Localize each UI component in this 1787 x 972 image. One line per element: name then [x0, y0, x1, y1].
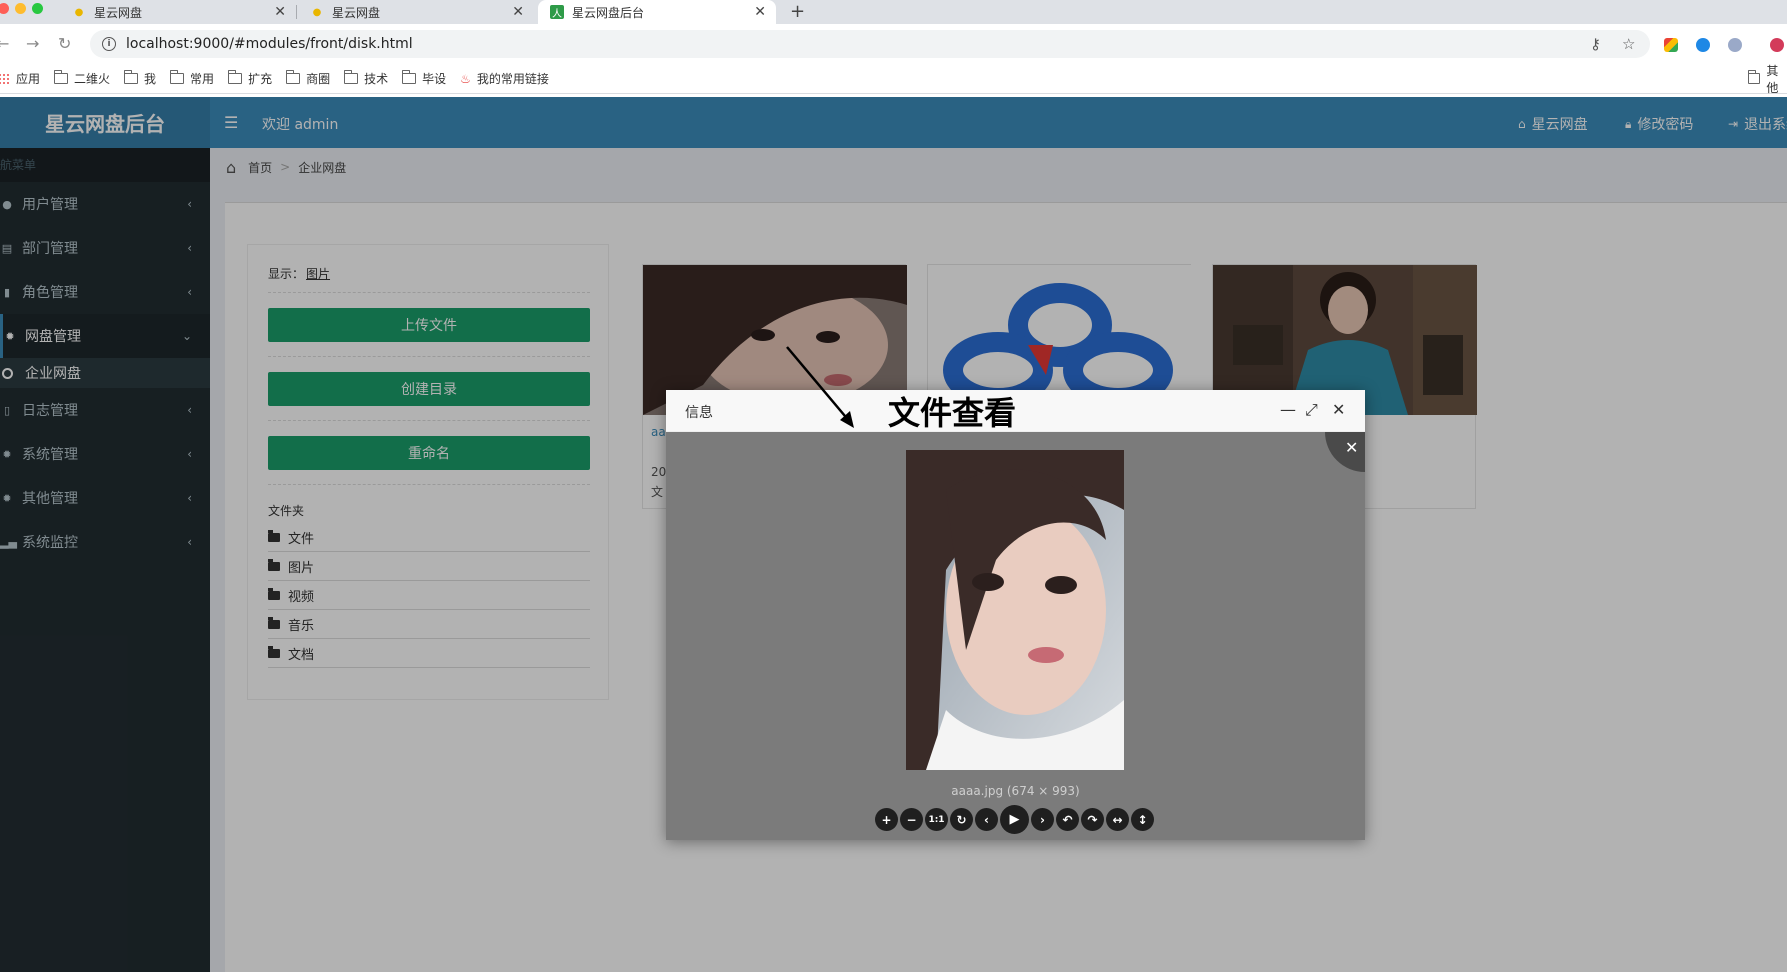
annotation-arrow	[786, 346, 854, 428]
app-favicon-icon: 人	[550, 5, 564, 20]
reload-icon[interactable]: ↻	[58, 34, 71, 53]
browser-tab-bar: ● 星云网盘 ✕ ● 星云网盘 ✕ 人 星云网盘后台 ✕ +	[0, 0, 1787, 24]
folder-icon	[401, 70, 417, 84]
reset-button[interactable]: ↻	[950, 808, 973, 831]
browser-tab[interactable]: ● 星云网盘 ✕	[298, 0, 534, 24]
flip-vertical-button[interactable]: ↕	[1131, 808, 1154, 831]
tab-title: 星云网盘	[94, 5, 143, 20]
extension-icon[interactable]	[1728, 38, 1742, 52]
site-info-icon[interactable]: i	[102, 37, 116, 51]
play-button[interactable]: ▶	[1000, 805, 1029, 834]
close-tab-icon[interactable]: ✕	[274, 4, 286, 20]
folder-icon	[169, 70, 185, 84]
browser-tab-active[interactable]: 人 星云网盘后台 ✕	[538, 0, 776, 24]
zoom-out-button[interactable]: −	[900, 808, 923, 831]
key-icon[interactable]: ⚷	[1590, 35, 1601, 53]
bookmark-label: 技术	[364, 72, 389, 86]
extension-icon[interactable]	[1664, 38, 1678, 52]
other-bookmarks[interactable]: 其他	[1747, 62, 1787, 96]
bookmark-label: 二维火	[74, 72, 111, 86]
rotate-right-button[interactable]: ↷	[1081, 808, 1104, 831]
address-bar-row: ← → ↻ i localhost:9000/#modules/front/di…	[0, 24, 1787, 64]
annotation-text: 文件查看	[888, 394, 1017, 432]
window-zoom-dot[interactable]	[32, 3, 43, 14]
dialog-body: aaaa.jpg (674 × 993) + − 1:1 ↻ ‹ ▶ › ↶ ↷…	[666, 432, 1365, 840]
bookmarks-bar: 应用 二维火 我 常用 扩充 商圈 技术 毕设 ♨ 我的常用链接 其他	[0, 62, 1787, 96]
forward-icon[interactable]: →	[26, 34, 39, 53]
bookmark-folder[interactable]: 毕设	[401, 70, 447, 87]
profile-avatar[interactable]	[1770, 38, 1784, 52]
folder-icon	[1747, 70, 1761, 84]
flame-icon: ♨	[460, 71, 471, 86]
bookmark-folder[interactable]: 常用	[169, 70, 215, 87]
bookmark-label: 扩充	[248, 72, 273, 86]
bookmark-folder[interactable]: 我	[123, 70, 157, 87]
viewer-toolbar: + − 1:1 ↻ ‹ ▶ › ↶ ↷ ↔ ↕	[875, 805, 1154, 834]
close-icon[interactable]: ✕	[1332, 400, 1345, 419]
url-text: localhost:9000/#modules/front/disk.html	[126, 36, 413, 52]
image-viewer-dialog: 信息 — ⤢ ✕ aaaa.jpg (674 × 993) + − 1:1 ↻ …	[666, 390, 1365, 840]
pear-icon: ●	[74, 6, 84, 18]
rotate-left-button[interactable]: ↶	[1056, 808, 1079, 831]
bookmark-folder[interactable]: 商圈	[285, 70, 331, 87]
flip-horizontal-button[interactable]: ↔	[1106, 808, 1129, 831]
folder-icon	[53, 70, 69, 84]
window-minimize-dot[interactable]	[15, 3, 26, 14]
next-button[interactable]: ›	[1031, 808, 1054, 831]
apps-icon	[0, 72, 10, 85]
one-to-one-label: 1:1	[928, 814, 945, 825]
tab-title: 星云网盘	[332, 5, 381, 20]
browser-tab[interactable]: ● 星云网盘 ✕	[60, 0, 296, 24]
star-icon[interactable]: ☆	[1622, 35, 1635, 53]
tab-separator	[296, 5, 297, 19]
bookmark-label: 应用	[16, 72, 41, 86]
one-to-one-button[interactable]: 1:1	[925, 808, 948, 831]
bookmark-label: 其他	[1766, 63, 1779, 95]
minimize-icon[interactable]: —	[1280, 400, 1296, 419]
pear-icon: ●	[312, 6, 322, 18]
bookmark-apps[interactable]: 应用	[0, 70, 40, 87]
tab-title: 星云网盘后台	[572, 5, 645, 20]
window-close-dot[interactable]	[0, 3, 9, 14]
prev-button[interactable]: ‹	[975, 808, 998, 831]
bookmark-folder[interactable]: 技术	[343, 70, 389, 87]
zoom-in-button[interactable]: +	[875, 808, 898, 831]
folder-icon	[123, 70, 139, 84]
viewer-image[interactable]	[906, 450, 1124, 770]
close-tab-icon[interactable]: ✕	[512, 4, 524, 20]
folder-icon	[343, 70, 359, 84]
back-icon[interactable]: ←	[0, 34, 9, 53]
bookmark-label: 我的常用链接	[476, 72, 549, 86]
close-icon: ✕	[1345, 438, 1359, 457]
folder-icon	[227, 70, 243, 84]
bookmark-folder[interactable]: 二维火	[53, 70, 111, 87]
maximize-icon[interactable]: ⤢	[1305, 400, 1318, 420]
bookmark-label: 我	[144, 72, 157, 86]
url-field[interactable]: i localhost:9000/#modules/front/disk.htm…	[90, 30, 1650, 58]
bookmark-label: 商圈	[306, 72, 331, 86]
dialog-title: 信息	[685, 405, 713, 421]
close-tab-icon[interactable]: ✕	[754, 4, 766, 20]
bookmark-label: 常用	[190, 72, 215, 86]
bookmark-label: 毕设	[422, 72, 447, 86]
folder-icon	[285, 70, 301, 84]
image-caption: aaaa.jpg (674 × 993)	[951, 784, 1080, 798]
new-tab-button[interactable]: +	[790, 1, 805, 22]
bookmark-folder[interactable]: 扩充	[227, 70, 273, 87]
extension-icon[interactable]	[1696, 38, 1710, 52]
bookmark-link[interactable]: ♨ 我的常用链接	[460, 70, 549, 87]
